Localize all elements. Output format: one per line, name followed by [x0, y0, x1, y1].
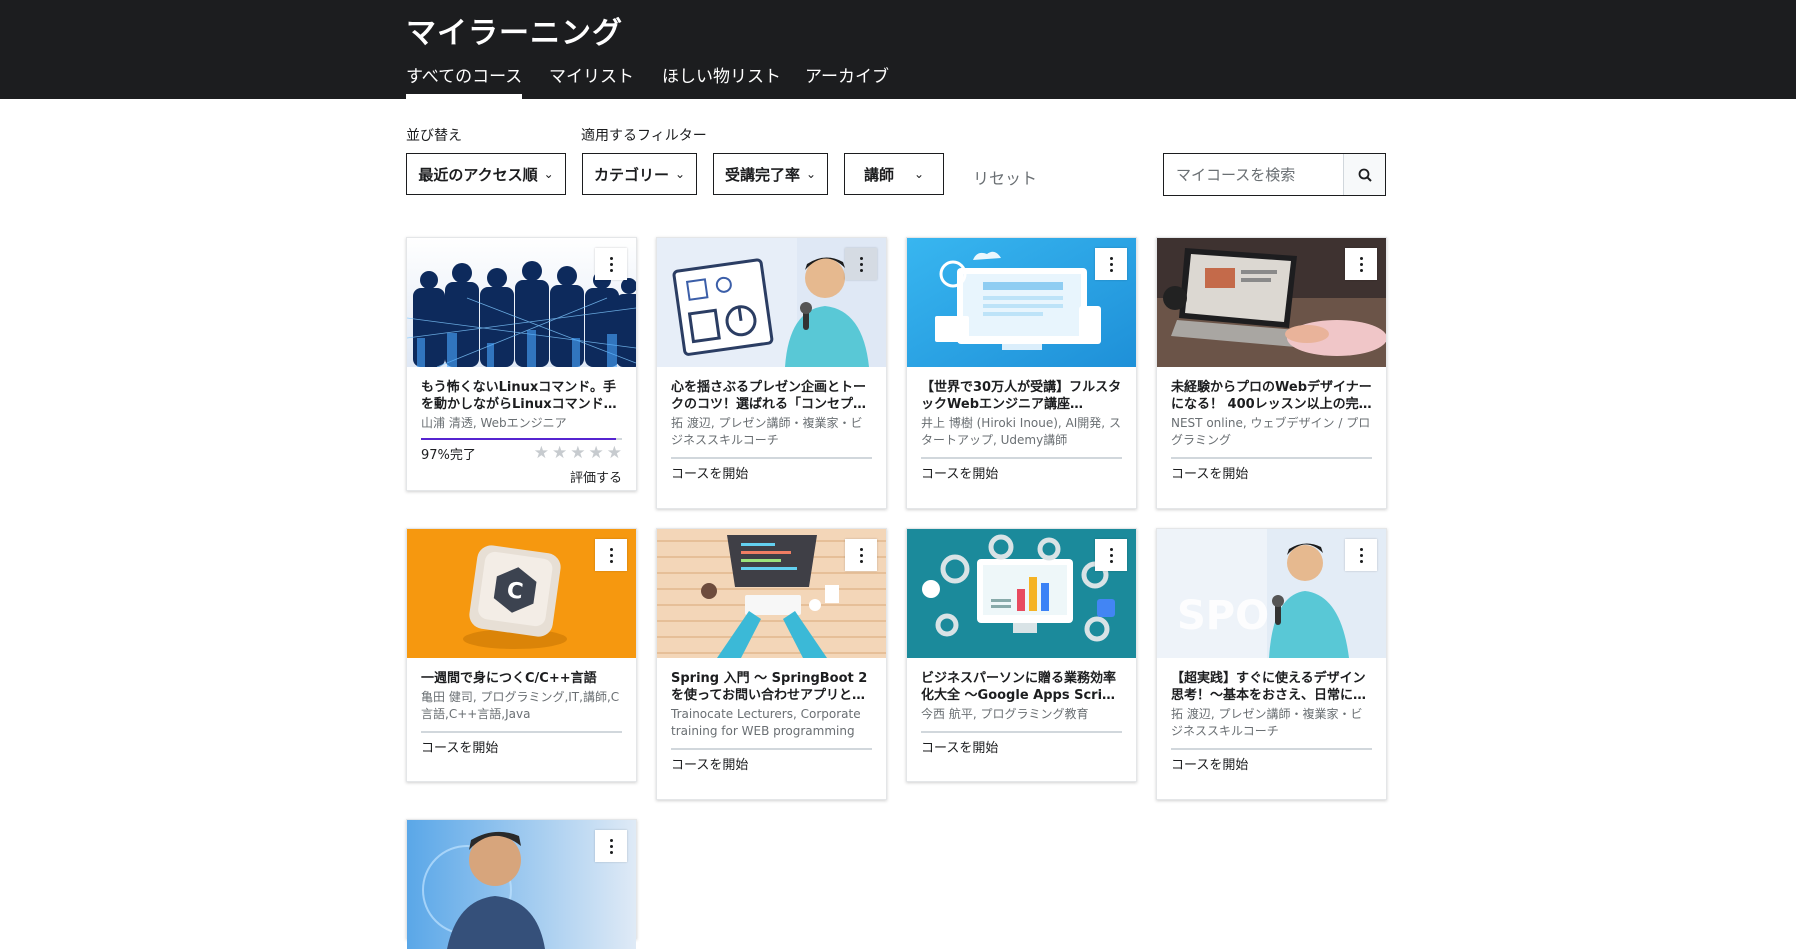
- sort-dropdown[interactable]: 最近のアクセス順 ⌄: [406, 153, 566, 195]
- tab-wishlist[interactable]: ほしい物リスト: [662, 62, 781, 99]
- completion-dropdown-label: 受講完了率: [724, 165, 800, 184]
- svg-text:SPO: SPO: [1177, 593, 1269, 639]
- more-options-button[interactable]: [1095, 248, 1127, 280]
- course-thumbnail: SPO: [1157, 529, 1386, 658]
- course-thumbnail: [407, 238, 636, 367]
- course-title: ビジネスパーソンに贈る業務効率化大全 〜Google Apps Scriptに…: [921, 671, 1118, 703]
- course-card[interactable]: もう怖くないLinuxコマンド。手を動かしながらLinuxコマンド… 山浦 清透…: [406, 237, 637, 491]
- course-thumbnail: [907, 238, 1136, 367]
- chevron-down-icon: ⌄: [674, 167, 686, 181]
- course-instructor: 今西 航平, プログラミング教育: [921, 707, 1089, 721]
- start-course-link[interactable]: コースを開始: [671, 754, 872, 773]
- course-card[interactable]: Spring 入門 〜 SpringBoot 2 を使ってお問い合わせアプリと……: [656, 528, 887, 800]
- page-title: マイラーニング: [406, 16, 623, 51]
- star-icon[interactable]: ★: [552, 445, 567, 462]
- instructor-dropdown-label: 講師: [863, 165, 894, 184]
- rating-stars[interactable]: ★ ★ ★ ★ ★: [534, 445, 622, 462]
- sort-dropdown-value: 最近のアクセス順: [418, 165, 538, 184]
- course-title: 未経験からプロのWebデザイナーになる！ 400レッスン以上の完…: [1171, 380, 1372, 412]
- search-icon: [1358, 168, 1372, 182]
- course-title: 【超実践】すぐに使えるデザイン思考！〜基本をおさえ、日常に…: [1171, 671, 1367, 703]
- course-thumbnail: C: [407, 529, 636, 658]
- progress-bar: [921, 731, 1122, 733]
- course-instructor: 亀田 健司, プログラミング,IT,講師,C言語,C++言語,Java: [421, 690, 620, 721]
- chevron-down-icon: ⌄: [543, 167, 554, 181]
- more-options-button[interactable]: [1345, 539, 1377, 571]
- course-instructor: 山浦 清透, Webエンジニア: [421, 416, 567, 430]
- course-instructor: 拓 渡辺, プレゼン講師・複業家・ビジネススキルコーチ: [671, 416, 863, 447]
- more-options-button[interactable]: [1345, 248, 1377, 280]
- star-icon[interactable]: ★: [570, 445, 585, 462]
- tab-all-courses[interactable]: すべてのコース: [406, 62, 523, 99]
- start-course-link[interactable]: コースを開始: [671, 463, 872, 482]
- more-options-button[interactable]: [1095, 539, 1127, 571]
- tab-my-list[interactable]: マイリスト: [549, 62, 634, 99]
- more-options-button[interactable]: [595, 539, 627, 571]
- sort-label: 並び替え: [406, 128, 462, 144]
- course-instructor: 井上 博樹 (Hiroki Inoue), AI開発, スタートアップ, Ude…: [921, 416, 1121, 447]
- course-card[interactable]: [406, 819, 637, 949]
- course-thumbnail: [657, 529, 886, 658]
- search-button[interactable]: [1343, 154, 1385, 195]
- course-instructor: NEST online, ウェブデザイン / プログラミング: [1171, 416, 1371, 447]
- svg-text:C: C: [505, 578, 524, 605]
- progress-bar: [421, 731, 622, 733]
- progress-bar: [1171, 457, 1372, 459]
- course-thumbnail: [657, 238, 886, 367]
- more-options-button[interactable]: [845, 248, 877, 280]
- star-icon[interactable]: ★: [607, 445, 622, 462]
- course-instructor: 拓 渡辺, プレゼン講師・複業家・ビジネススキルコーチ: [1171, 707, 1363, 738]
- instructor-dropdown[interactable]: 講師 ⌄: [844, 153, 944, 195]
- progress-bar: [671, 457, 872, 459]
- start-course-link[interactable]: コースを開始: [1171, 754, 1372, 773]
- start-course-link[interactable]: コースを開始: [921, 737, 1122, 756]
- more-options-button[interactable]: [595, 248, 627, 280]
- course-thumbnail: [407, 820, 636, 949]
- rate-course-link[interactable]: 評価する: [421, 467, 622, 486]
- star-icon[interactable]: ★: [589, 445, 604, 462]
- course-instructor: Trainocate Lecturers, Corporate training…: [671, 707, 861, 738]
- header: マイラーニング すべてのコース マイリスト ほしい物リスト アーカイブ: [0, 0, 1796, 99]
- progress-bar: [1171, 748, 1372, 750]
- category-dropdown-label: カテゴリー: [593, 165, 669, 184]
- course-title: 【世界で30万人が受講】フルスタックWebエンジニア講座（2019…: [921, 380, 1122, 412]
- progress-bar: [671, 748, 872, 750]
- start-course-link[interactable]: コースを開始: [921, 463, 1122, 482]
- course-thumbnail: [907, 529, 1136, 658]
- star-icon[interactable]: ★: [534, 445, 549, 462]
- course-card[interactable]: 【世界で30万人が受講】フルスタックWebエンジニア講座（2019… 井上 博樹…: [906, 237, 1137, 509]
- progress-bar: [421, 438, 622, 440]
- reset-button[interactable]: リセット: [973, 165, 1037, 189]
- search-input[interactable]: [1164, 154, 1343, 195]
- more-options-button[interactable]: [845, 539, 877, 571]
- course-card[interactable]: 心を揺さぶるプレゼン企画とトークのコツ！選ばれる「コンセプ… 拓 渡辺, プレゼ…: [656, 237, 887, 509]
- chevron-down-icon: ⌄: [805, 167, 817, 181]
- course-thumbnail: [1157, 238, 1386, 367]
- search-box: [1163, 153, 1386, 196]
- course-title: Spring 入門 〜 SpringBoot 2 を使ってお問い合わせアプリと…: [671, 671, 868, 703]
- progress-bar: [921, 457, 1122, 459]
- start-course-link[interactable]: コースを開始: [421, 737, 622, 756]
- course-card[interactable]: SPO 【超実践】すぐに使えるデザイン思考！〜基本をおさえ、日常に… 拓 渡辺,…: [1156, 528, 1387, 800]
- chevron-down-icon: ⌄: [913, 167, 925, 181]
- tab-archive[interactable]: アーカイブ: [805, 62, 889, 99]
- progress-status: 97%完了: [421, 448, 476, 463]
- progress-bar-fill: [421, 438, 616, 440]
- course-title: 一週間で身につくC/C++言語: [421, 671, 597, 686]
- course-title: 心を揺さぶるプレゼン企画とトークのコツ！選ばれる「コンセプ…: [671, 380, 867, 412]
- more-options-button[interactable]: [595, 830, 627, 862]
- course-card[interactable]: 未経験からプロのWebデザイナーになる！ 400レッスン以上の完… NEST o…: [1156, 237, 1387, 509]
- course-card[interactable]: ビジネスパーソンに贈る業務効率化大全 〜Google Apps Scriptに……: [906, 528, 1137, 782]
- category-dropdown[interactable]: カテゴリー ⌄: [582, 153, 697, 195]
- filter-label: 適用するフィルター: [581, 128, 707, 144]
- course-card[interactable]: C 一週間で身につくC/C++言語 亀田 健司, プログラミング,IT,講師,C…: [406, 528, 637, 782]
- completion-dropdown[interactable]: 受講完了率 ⌄: [713, 153, 828, 195]
- course-title: もう怖くないLinuxコマンド。手を動かしながらLinuxコマンド…: [421, 380, 617, 412]
- start-course-link[interactable]: コースを開始: [1171, 463, 1372, 482]
